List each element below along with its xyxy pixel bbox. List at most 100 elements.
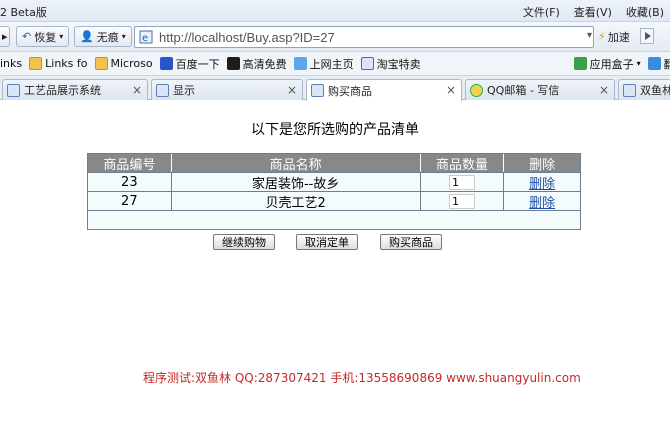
column-header: 商品数量 xyxy=(421,154,505,173)
table-row: 23 家居装饰--故乡 1 删除 xyxy=(88,172,580,192)
speed-button[interactable]: ⚡ 加速 xyxy=(598,26,630,47)
page-content: 以下是您所选购的产品清单 商品编号 商品名称 商品数量 删除 23 家居装饰--… xyxy=(0,101,670,435)
quantity-input[interactable]: 1 xyxy=(448,174,475,190)
arrow-icon: ▸ xyxy=(2,30,8,43)
page-icon xyxy=(156,83,169,97)
lightning-icon: ⚡ xyxy=(598,30,606,43)
fav-translate[interactable]: 翻译 xyxy=(647,56,670,72)
translate-icon xyxy=(647,57,661,70)
folder-icon xyxy=(29,57,43,70)
cart-table: 商品编号 商品名称 商品数量 删除 23 家居装饰--故乡 1 删除 27 贝壳… xyxy=(87,153,581,230)
qty-cell: 1 xyxy=(421,173,505,191)
tab-shuangyulin[interactable]: 双鱼林 xyxy=(618,79,670,100)
fav-baidu[interactable]: 百度一下 xyxy=(159,56,220,72)
tab-qq-mail[interactable]: QQ邮箱 - 写信 × xyxy=(465,79,615,100)
buy-button[interactable]: 购买商品 xyxy=(380,234,442,250)
footer-contact: 程序测试:双鱼林 QQ:287307421 手机:13558690869 www… xyxy=(143,371,581,385)
table-header: 商品编号 商品名称 商品数量 删除 xyxy=(88,154,580,173)
home-icon xyxy=(293,57,307,70)
fav-label: 翻译 xyxy=(663,57,670,71)
product-id: 23 xyxy=(88,173,172,191)
incognito-icon: 👤 xyxy=(80,30,94,43)
close-icon[interactable]: × xyxy=(446,83,456,97)
product-name: 贝壳工艺2 xyxy=(172,192,421,211)
fav-label: 应用盒子 xyxy=(589,57,634,71)
tab-buy-product[interactable]: 购买商品 × xyxy=(306,79,462,101)
product-name: 家居装饰--故乡 xyxy=(172,173,421,192)
tab-label: 双鱼林 xyxy=(640,84,670,97)
ie-icon xyxy=(360,57,374,70)
quantity-input[interactable]: 1 xyxy=(448,193,475,209)
table-row: 27 贝壳工艺2 1 删除 xyxy=(88,191,580,211)
fav-hd-free[interactable]: 高清免费 xyxy=(226,56,287,72)
table-footer-row xyxy=(88,210,580,229)
delete-cell: 删除 xyxy=(504,192,580,211)
notrace-button[interactable]: 👤 无痕 ▾ xyxy=(74,26,132,47)
menu-bar: 文件(F) 查看(V) 收藏(B) xyxy=(523,4,664,20)
fav-microsoft[interactable]: Microso xyxy=(94,57,153,70)
page-icon xyxy=(311,84,324,97)
menu-favorites[interactable]: 收藏(B) xyxy=(626,4,664,20)
apps-icon xyxy=(573,57,587,70)
baidu-icon xyxy=(159,57,173,70)
favorites-bar: inks Links fo Microso 百度一下 高清免费 上网主页 淘宝特… xyxy=(0,52,670,76)
fav-links[interactable]: inks xyxy=(0,57,22,70)
page-icon xyxy=(623,83,636,97)
continue-shopping-button[interactable]: 继续购物 xyxy=(213,234,275,250)
chevron-down-icon: ▾ xyxy=(636,59,641,68)
fav-label: 上网主页 xyxy=(309,57,354,71)
menu-view[interactable]: 查看(V) xyxy=(574,4,612,20)
title-bar: 2 Beta版 文件(F) 查看(V) 收藏(B) xyxy=(0,0,670,22)
tab-crafts-system[interactable]: 工艺品展示系统 × xyxy=(2,79,148,100)
ie-page-icon: e xyxy=(139,30,153,44)
delete-link[interactable]: 删除 xyxy=(529,173,555,192)
menu-file[interactable]: 文件(F) xyxy=(523,4,560,20)
fav-appbox[interactable]: 应用盒子 ▾ xyxy=(573,56,641,72)
notrace-label: 无痕 xyxy=(96,30,119,44)
cancel-order-button[interactable]: 取消定单 xyxy=(296,234,358,250)
restore-label: 恢复 xyxy=(34,30,57,44)
chevron-down-icon: ▾ xyxy=(121,32,126,41)
address-bar[interactable]: e http://localhost/Buy.asp?ID=27 ▾ xyxy=(134,26,594,48)
tab-display[interactable]: 显示 × xyxy=(151,79,303,100)
close-icon[interactable]: × xyxy=(287,83,297,97)
play-icon[interactable] xyxy=(640,28,654,44)
chevron-down-icon[interactable]: ▾ xyxy=(587,30,592,41)
fav-label: Microso xyxy=(110,57,153,70)
folder-icon xyxy=(94,57,108,70)
fav-label: Links fo xyxy=(45,57,88,70)
fav-homepage[interactable]: 上网主页 xyxy=(293,56,354,72)
fav-taobao[interactable]: 淘宝特卖 xyxy=(360,56,421,72)
fav-label: inks xyxy=(0,57,23,70)
chevron-down-icon: ▾ xyxy=(59,32,64,41)
fav-links-fo[interactable]: Links fo xyxy=(29,57,88,70)
tab-label: 购买商品 xyxy=(328,84,372,98)
m-icon xyxy=(226,57,240,70)
page-title: 以下是您所选购的产品清单 xyxy=(251,122,419,138)
restore-button[interactable]: ↶ 恢复 ▾ xyxy=(16,26,70,47)
delete-cell: 删除 xyxy=(504,173,580,192)
tab-label: 工艺品展示系统 xyxy=(24,84,101,97)
column-header: 商品编号 xyxy=(88,154,172,173)
fav-label: 高清免费 xyxy=(242,57,287,71)
close-icon[interactable]: × xyxy=(599,83,609,97)
column-header: 删除 xyxy=(529,157,556,173)
url-text[interactable]: http://localhost/Buy.asp?ID=27 xyxy=(159,30,335,45)
qty-cell: 1 xyxy=(421,192,505,210)
undo-icon: ↶ xyxy=(22,30,32,43)
tab-bar: 工艺品展示系统 × 显示 × 购买商品 × QQ邮箱 - 写信 × 双鱼林 xyxy=(0,76,670,101)
back-button[interactable]: ▸ xyxy=(0,26,10,47)
tab-label: QQ邮箱 - 写信 xyxy=(487,84,560,97)
tab-label: 显示 xyxy=(173,84,195,97)
close-icon[interactable]: × xyxy=(132,83,142,97)
speed-label: 加速 xyxy=(607,30,630,44)
qq-mail-icon xyxy=(470,83,483,97)
page-icon xyxy=(7,83,20,97)
svg-text:e: e xyxy=(142,33,148,44)
nav-toolbar: ▸ ↶ 恢复 ▾ 👤 无痕 ▾ e http://localhost/Buy.a… xyxy=(0,22,670,52)
fav-label: 百度一下 xyxy=(175,57,220,71)
delete-link[interactable]: 删除 xyxy=(529,192,555,211)
fav-label: 淘宝特卖 xyxy=(376,57,421,71)
product-id: 27 xyxy=(88,192,172,210)
window-title: 2 Beta版 xyxy=(0,6,47,19)
